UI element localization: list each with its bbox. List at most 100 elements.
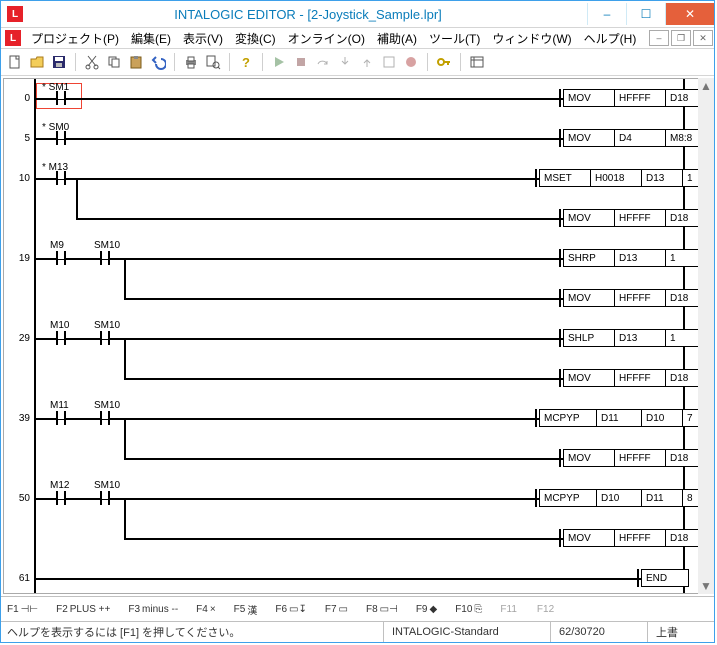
instruction-operand: D11 xyxy=(642,489,683,507)
stepinto-button[interactable] xyxy=(335,52,355,72)
fnkey-label: F10 xyxy=(455,604,472,615)
help-button[interactable]: ? xyxy=(236,52,256,72)
maximize-button[interactable]: ☐ xyxy=(626,3,665,25)
fn-f5[interactable]: F5漢 xyxy=(234,602,258,617)
instruction[interactable]: MOVD4M8:8 xyxy=(563,129,707,147)
instruction-operand: MCPYP xyxy=(539,489,597,507)
cut-button[interactable] xyxy=(82,52,102,72)
props-button[interactable] xyxy=(467,52,487,72)
contact[interactable] xyxy=(54,251,68,265)
instruction[interactable]: MCPYPD10D118 xyxy=(539,489,712,507)
fn-glyph: 漢 xyxy=(247,602,257,617)
instruction[interactable]: END xyxy=(641,569,689,587)
vertical-scrollbar[interactable]: ▲ ▼ xyxy=(698,78,714,594)
stepout-button[interactable] xyxy=(357,52,377,72)
undo-button[interactable] xyxy=(148,52,168,72)
instruction-bracket xyxy=(559,209,561,227)
instruction-bracket xyxy=(559,89,561,107)
contact[interactable] xyxy=(54,91,68,105)
key-icon xyxy=(436,54,452,70)
contact[interactable] xyxy=(54,411,68,425)
instruction[interactable]: MCPYPD11D107 xyxy=(539,409,712,427)
key-button[interactable] xyxy=(434,52,454,72)
instruction[interactable]: MOVHFFFFD18 xyxy=(563,209,707,227)
stepcursor-button[interactable] xyxy=(379,52,399,72)
instruction-bracket xyxy=(559,369,561,387)
contact[interactable] xyxy=(98,491,112,505)
stepover-button[interactable] xyxy=(313,52,333,72)
fn-f3[interactable]: F3minus -- xyxy=(128,604,178,615)
menu-convert[interactable]: 変換(C) xyxy=(229,30,282,47)
ladder-editor[interactable]: * SM10MOVHFFFFD18* SM05MOVD4M8:8* M1310M… xyxy=(3,78,712,594)
open-button[interactable] xyxy=(27,52,47,72)
fn-f1[interactable]: F1⊣⊢ xyxy=(7,604,38,615)
menu-view[interactable]: 表示(V) xyxy=(177,30,229,47)
preview-button[interactable] xyxy=(203,52,223,72)
contact[interactable] xyxy=(98,411,112,425)
fn-f9[interactable]: F9◆ xyxy=(416,604,437,615)
fn-f11[interactable]: F11 xyxy=(500,604,519,615)
menu-assist[interactable]: 補助(A) xyxy=(371,30,423,47)
instruction[interactable]: MOVHFFFFD18 xyxy=(563,449,707,467)
menu-online[interactable]: オンライン(O) xyxy=(282,30,371,47)
fn-f4[interactable]: F4× xyxy=(196,604,216,615)
fn-f2[interactable]: F2PLUS ++ xyxy=(56,604,110,615)
copy-button[interactable] xyxy=(104,52,124,72)
instruction-operand: HFFFF xyxy=(615,209,666,227)
fn-f6[interactable]: F6▭↧ xyxy=(275,604,307,615)
instruction-operand: MOV xyxy=(563,209,615,227)
paste-button[interactable] xyxy=(126,52,146,72)
contact[interactable] xyxy=(54,131,68,145)
breakpoint-icon xyxy=(403,54,419,70)
menu-edit[interactable]: 編集(E) xyxy=(125,30,177,47)
props-icon xyxy=(469,54,485,70)
fn-f8[interactable]: F8▭⊣ xyxy=(366,604,398,615)
instruction[interactable]: MOVHFFFFD18 xyxy=(563,89,707,107)
contact[interactable] xyxy=(54,331,68,345)
instruction-bracket xyxy=(535,489,537,507)
new-button[interactable] xyxy=(5,52,25,72)
contact[interactable] xyxy=(54,171,68,185)
rung-line xyxy=(34,578,685,580)
left-bus xyxy=(34,79,36,594)
instruction-operand: END xyxy=(641,569,689,587)
instruction-operand: D10 xyxy=(642,409,683,427)
fn-f10[interactable]: F10⎘ xyxy=(455,604,482,615)
print-button[interactable] xyxy=(181,52,201,72)
status-bar: ヘルプを表示するには [F1] を押してください。 INTALOGIC-Stan… xyxy=(1,621,714,642)
instruction[interactable]: MSETH0018D131 xyxy=(539,169,712,187)
scroll-up-icon[interactable]: ▲ xyxy=(698,78,714,94)
mdi-minimize-button[interactable]: – xyxy=(649,30,669,46)
menu-project[interactable]: プロジェクト(P) xyxy=(25,30,125,47)
scroll-down-icon[interactable]: ▼ xyxy=(698,578,714,594)
save-button[interactable] xyxy=(49,52,69,72)
close-button[interactable]: ✕ xyxy=(665,3,714,25)
instruction-operand: D13 xyxy=(615,249,666,267)
instruction-operand: MOV xyxy=(563,449,615,467)
contact-label: SM10 xyxy=(94,400,120,411)
instruction[interactable]: SHLPD131 xyxy=(563,329,707,347)
instruction[interactable]: SHRPD131 xyxy=(563,249,707,267)
step-number: 0 xyxy=(6,93,30,104)
contact[interactable] xyxy=(98,251,112,265)
menu-help[interactable]: ヘルプ(H) xyxy=(578,30,643,47)
mdi-close-button[interactable]: ✕ xyxy=(693,30,713,46)
menu-wnd[interactable]: ウィンドウ(W) xyxy=(486,30,577,47)
breakpoint-button[interactable] xyxy=(401,52,421,72)
fn-f12[interactable]: F12 xyxy=(537,604,556,615)
instruction[interactable]: MOVHFFFFD18 xyxy=(563,289,707,307)
contact[interactable] xyxy=(98,331,112,345)
mdi-restore-button[interactable]: ❐ xyxy=(671,30,691,46)
instruction[interactable]: MOVHFFFFD18 xyxy=(563,529,707,547)
contact-label: SM10 xyxy=(94,320,120,331)
instruction[interactable]: MOVHFFFFD18 xyxy=(563,369,707,387)
fn-f7[interactable]: F7▭ xyxy=(325,604,348,615)
instruction-operand: HFFFF xyxy=(615,289,666,307)
fn-glyph: ▭↧ xyxy=(289,604,307,615)
contact[interactable] xyxy=(54,491,68,505)
minimize-button[interactable]: – xyxy=(587,3,626,25)
app-icon: L xyxy=(7,6,23,22)
run-button[interactable] xyxy=(269,52,289,72)
menu-tool[interactable]: ツール(T) xyxy=(423,30,486,47)
stop-button[interactable] xyxy=(291,52,311,72)
